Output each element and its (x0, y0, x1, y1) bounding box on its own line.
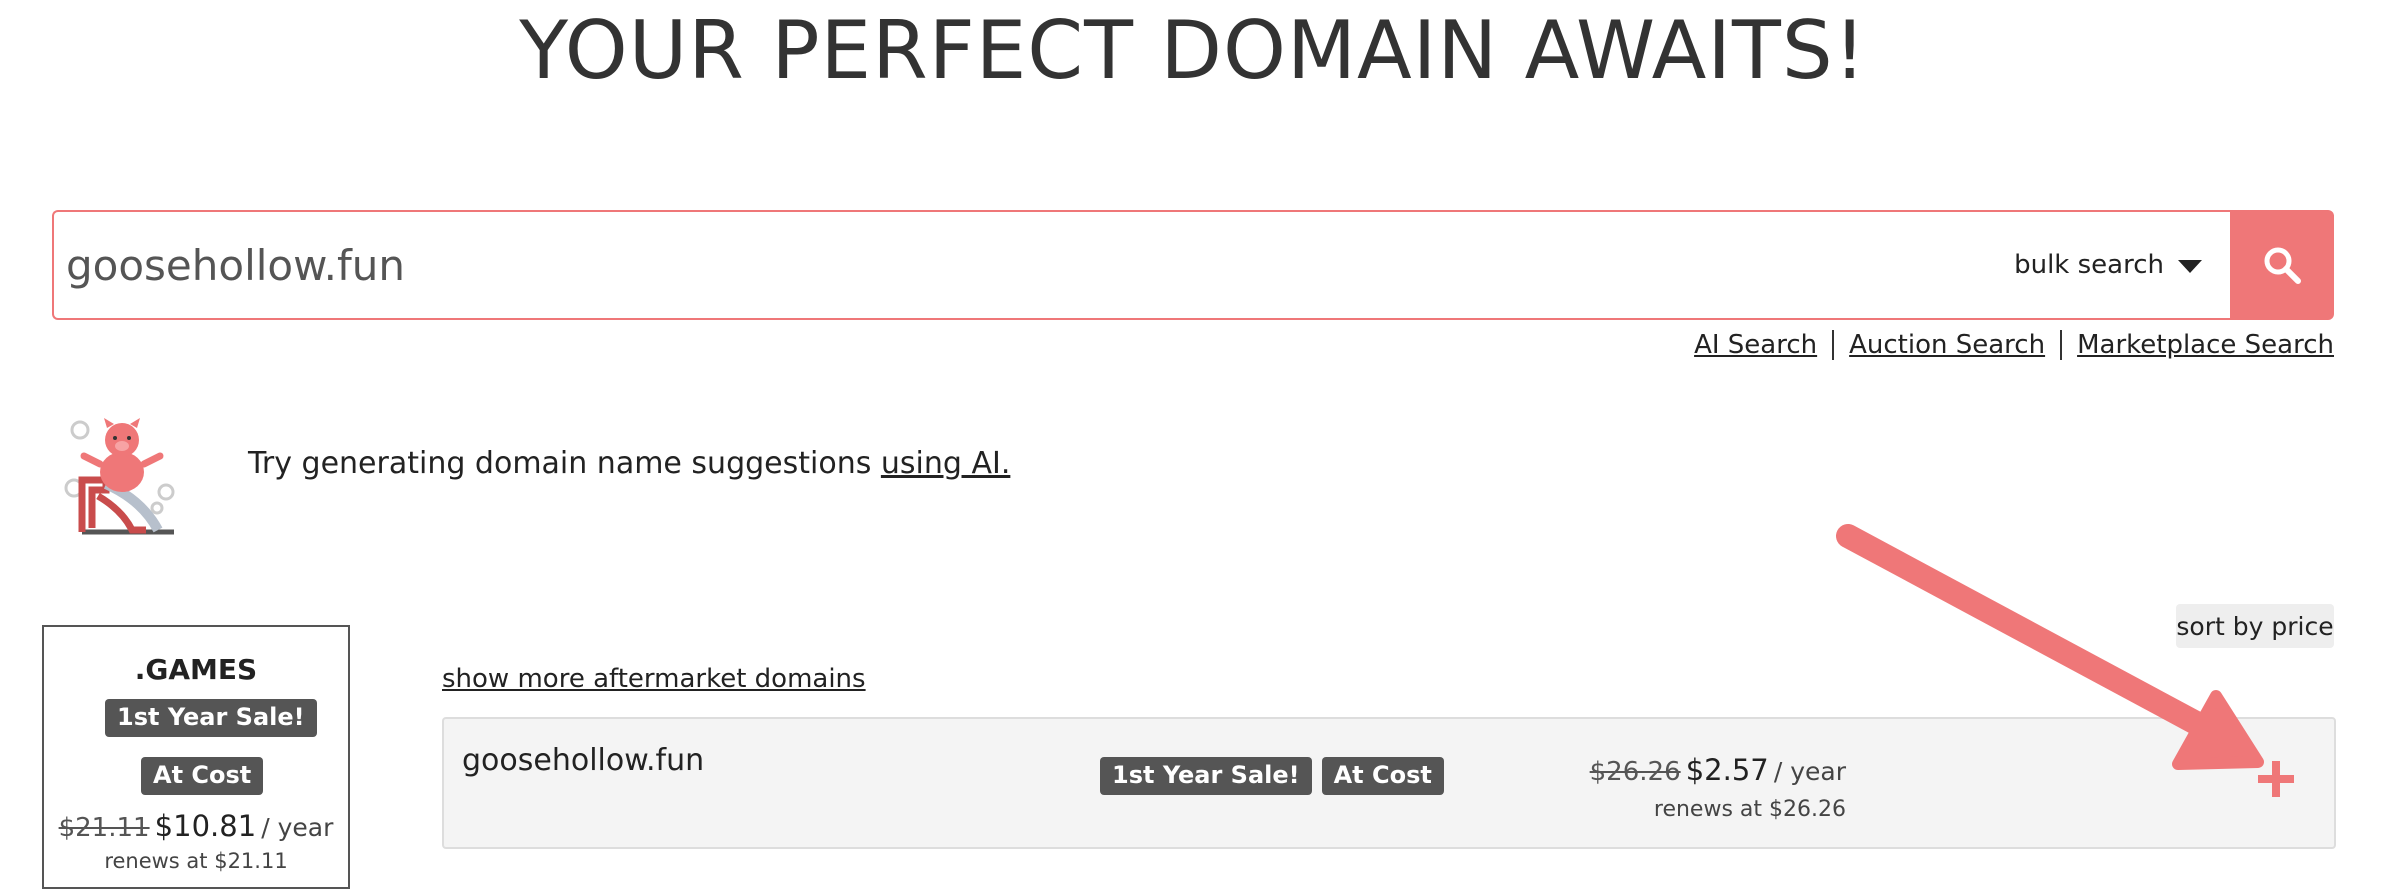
tld-price-period: / year (261, 813, 334, 842)
bulk-search-toggle[interactable]: bulk search (2014, 212, 2202, 318)
result-badges: 1st Year Sale! At Cost (1100, 757, 1444, 795)
ai-search-link[interactable]: AI Search (1694, 330, 1817, 360)
plus-icon[interactable] (2254, 757, 2298, 801)
show-more-aftermarket-link[interactable]: show more aftermarket domains (442, 664, 866, 694)
domain-search-input[interactable] (66, 212, 1966, 318)
at-cost-badge: At Cost (141, 757, 264, 795)
auction-search-link[interactable]: Auction Search (1849, 330, 2045, 360)
tld-new-price: $10.81 (154, 809, 257, 843)
search-button[interactable] (2230, 210, 2334, 320)
link-divider (2060, 330, 2063, 360)
result-new-price: $2.57 (1685, 753, 1769, 787)
result-renewal-price: renews at $26.26 (1653, 797, 1846, 822)
ai-suggestion: Try generating domain name suggestions u… (248, 446, 1010, 481)
page-title: YOUR PERFECT DOMAIN AWAITS! (519, 4, 1867, 97)
pig-mascot-icon (64, 418, 175, 535)
tld-old-price: $21.11 (58, 813, 150, 843)
sale-badge: 1st Year Sale! (1100, 757, 1312, 795)
at-cost-badge: At Cost (1321, 757, 1444, 795)
tld-name: .GAMES (134, 653, 258, 686)
result-domain-name: goosehollow.fun (462, 743, 705, 778)
result-price: $26.26 $2.57 / year (1590, 753, 1846, 787)
sort-by-price-button[interactable]: sort by price (2176, 604, 2334, 648)
bulk-search-label: bulk search (2014, 250, 2164, 280)
caret-down-icon (2178, 259, 2202, 273)
link-divider (1832, 330, 1835, 360)
search-icon (2264, 247, 2301, 284)
result-row[interactable]: goosehollow.fun 1st Year Sale! At Cost $… (442, 717, 2336, 849)
search-box: bulk search (52, 210, 2232, 320)
featured-tld-card[interactable]: .GAMES 1st Year Sale! At Cost $21.11 $10… (42, 625, 350, 889)
result-price-period: / year (1773, 757, 1846, 786)
result-old-price: $26.26 (1589, 757, 1681, 787)
using-ai-link[interactable]: using AI. (881, 446, 1010, 481)
marketplace-search-link[interactable]: Marketplace Search (2077, 330, 2334, 360)
tld-renewal-price: renews at $21.11 (104, 849, 288, 873)
tld-price: $21.11 $10.81 / year (44, 809, 348, 843)
ai-suggestion-text: Try generating domain name suggestions (248, 446, 881, 481)
sale-badge: 1st Year Sale! (105, 699, 317, 737)
search-links: AI Search Auction Search Marketplace Sea… (1694, 330, 2334, 360)
